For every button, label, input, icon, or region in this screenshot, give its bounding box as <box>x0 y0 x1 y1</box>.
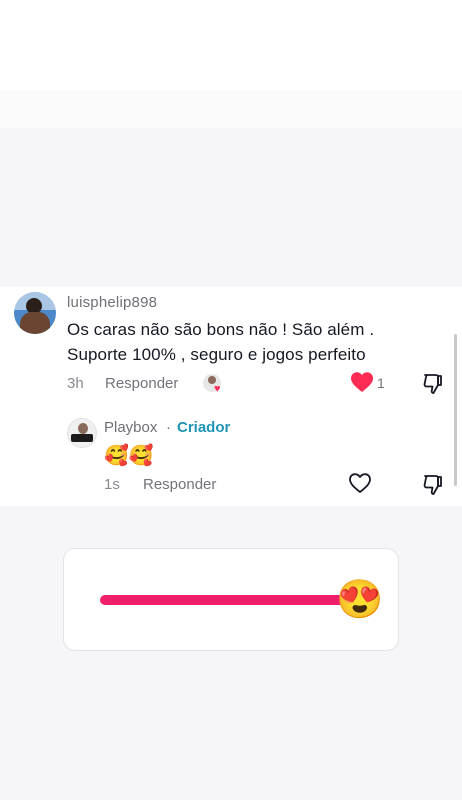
top-blank-area <box>0 0 462 90</box>
reply-button[interactable]: Responder <box>105 375 178 392</box>
top-blank-area-2 <box>0 90 462 128</box>
thumbs-down-icon[interactable] <box>421 473 445 497</box>
emoji-slider-thumb[interactable]: 😍 <box>336 578 383 622</box>
creator-liked-heart-icon: ♥ <box>214 383 221 395</box>
creator-avatar[interactable] <box>67 418 97 448</box>
creator-username[interactable]: Playbox <box>104 419 157 436</box>
thumbs-down-icon[interactable] <box>421 372 445 396</box>
creator-separator: · <box>166 419 171 436</box>
emoji-slider-track[interactable] <box>100 595 350 605</box>
user-avatar[interactable] <box>14 292 56 334</box>
heart-filled-icon[interactable] <box>350 371 374 393</box>
comment-text-line-1: Os caras não são bons não ! São além . <box>67 320 375 339</box>
creator-avatar-logo <box>71 434 93 442</box>
avatar-body <box>20 312 50 334</box>
creator-reply-time: 1s <box>104 476 120 493</box>
comment-text-line-2: Suporte 100% , seguro e jogos perfeito <box>67 345 366 364</box>
creator-avatar-face <box>78 423 88 434</box>
comments-scrollbar[interactable] <box>454 334 457 486</box>
comment-username[interactable]: luisphelip898 <box>67 294 157 311</box>
comment-time: 3h <box>67 375 84 392</box>
creator-badge: Criador <box>177 419 231 436</box>
heart-outline-icon[interactable] <box>348 472 372 494</box>
creator-reply-text: 🥰🥰 <box>104 445 154 467</box>
like-count: 1 <box>377 375 385 391</box>
creator-liked-avatar: ♥ <box>203 374 221 395</box>
creator-reply-button[interactable]: Responder <box>143 476 216 493</box>
